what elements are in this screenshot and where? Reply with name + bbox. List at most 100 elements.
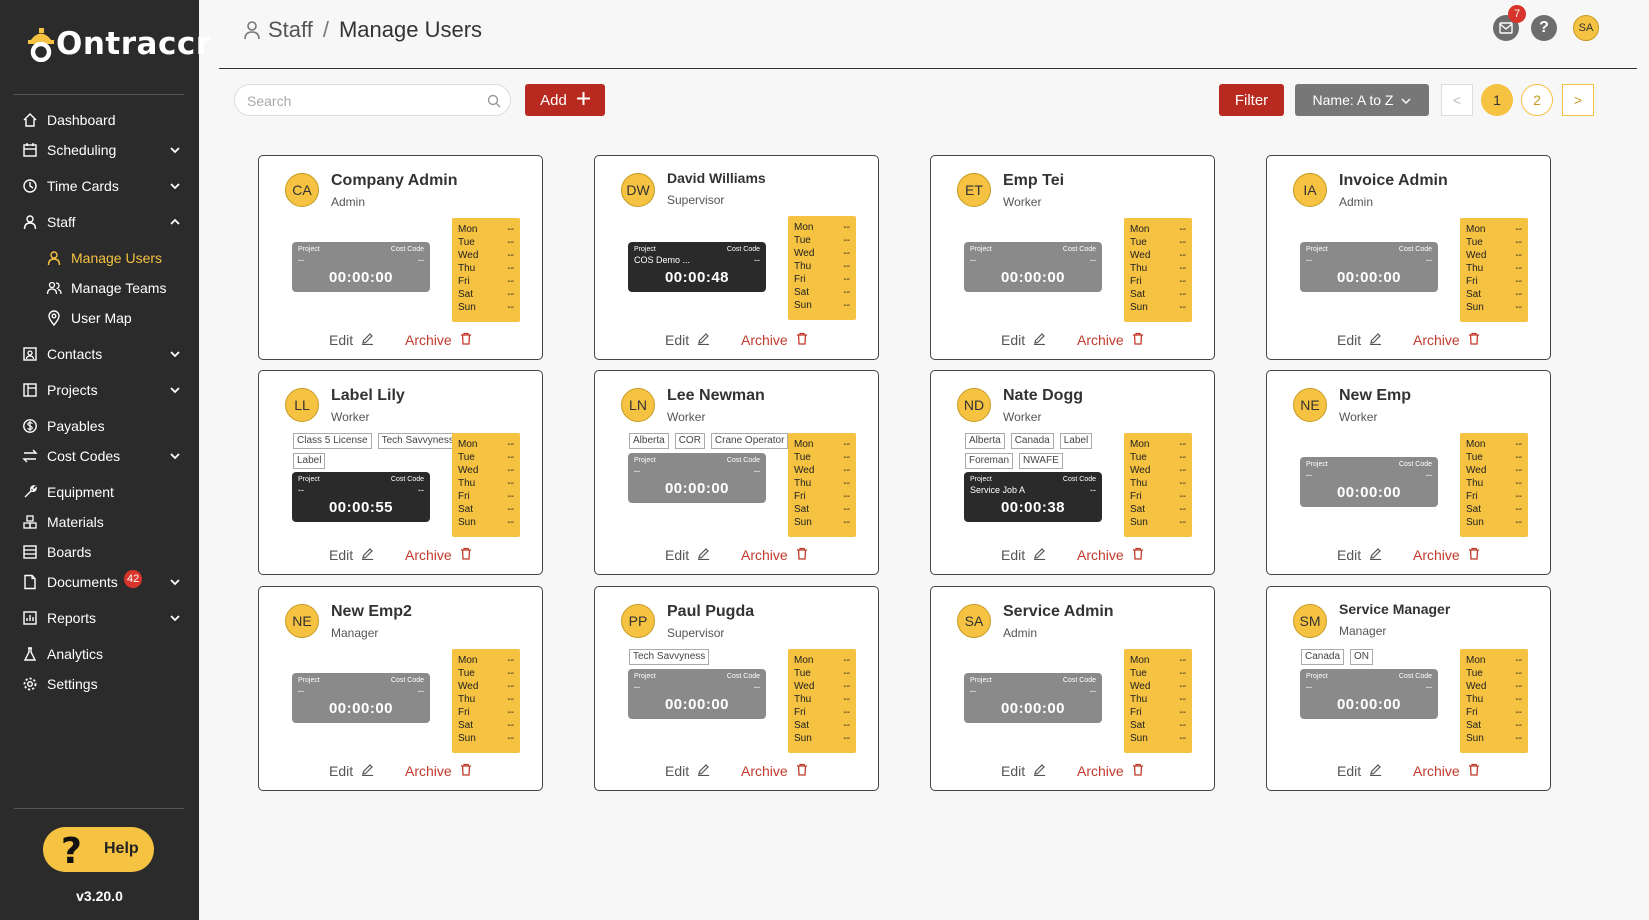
clock-timer[interactable]: Project Cost Code -- -- 00:00:00	[628, 453, 766, 503]
sidebar-item-reports[interactable]: Reports	[0, 604, 199, 632]
archive-button[interactable]: Archive	[405, 763, 472, 779]
user-avatar[interactable]: SA	[1573, 15, 1599, 41]
user-card[interactable]: LL Label Lily Worker Class 5 License Tech Sa…	[258, 370, 543, 575]
edit-button[interactable]: Edit	[1337, 332, 1382, 348]
edit-button[interactable]: Edit	[329, 763, 374, 779]
clock-timer[interactable]: Project Cost Code -- -- 00:00:00	[1300, 242, 1438, 292]
schedule-day: Tue	[458, 668, 475, 679]
search-icon[interactable]	[487, 94, 501, 108]
sidebar-item-manage-teams[interactable]: Manage Teams	[0, 274, 199, 302]
filter-button[interactable]: Filter	[1219, 84, 1284, 116]
schedule-value: --	[1515, 491, 1522, 502]
elapsed-time: 00:00:00	[328, 700, 394, 717]
user-card[interactable]: SM Service Manager Manager Canada ON Project C…	[1266, 586, 1551, 791]
edit-button[interactable]: Edit	[1001, 763, 1046, 779]
sidebar-item-projects[interactable]: Projects	[0, 376, 199, 404]
sidebar-item-dashboard[interactable]: Dashboard	[0, 106, 199, 134]
schedule-value: --	[1515, 478, 1522, 489]
sidebar-item-contacts[interactable]: Contacts	[0, 340, 199, 368]
pagination-prev-button[interactable]: <	[1441, 84, 1473, 116]
chevron-down-icon[interactable]	[168, 449, 182, 463]
trash-icon	[1132, 547, 1144, 563]
user-card[interactable]: LN Lee Newman Worker Alberta COR Crane Operat…	[594, 370, 879, 575]
user-card[interactable]: NE New Emp Worker Project Cost Code -- -- 00:00…	[1266, 370, 1551, 575]
pagination-page-2[interactable]: 2	[1521, 84, 1553, 116]
archive-button[interactable]: Archive	[741, 547, 808, 563]
sidebar-item-payables[interactable]: Payables	[0, 412, 199, 440]
clock-timer[interactable]: Project Cost Code -- -- 00:00:00	[964, 242, 1102, 292]
sidebar-item-boards[interactable]: Boards	[0, 538, 199, 566]
archive-button[interactable]: Archive	[1413, 332, 1480, 348]
app-logo[interactable]: Ontraccr	[26, 22, 212, 66]
archive-button[interactable]: Archive	[1077, 332, 1144, 348]
chevron-down-icon[interactable]	[168, 179, 182, 193]
sidebar-item-analytics[interactable]: Analytics	[0, 640, 199, 668]
edit-button[interactable]: Edit	[1001, 547, 1046, 563]
sidebar-item-scheduling[interactable]: Scheduling	[0, 136, 199, 164]
archive-button[interactable]: Archive	[405, 547, 472, 563]
edit-button[interactable]: Edit	[329, 547, 374, 563]
clock-timer[interactable]: Project Cost Code -- -- 00:00:00	[628, 669, 766, 719]
archive-button[interactable]: Archive	[1413, 763, 1480, 779]
archive-button[interactable]: Archive	[1413, 547, 1480, 563]
pagination-page-1[interactable]: 1	[1481, 84, 1513, 116]
schedule-day: Fri	[1130, 276, 1142, 287]
edit-button[interactable]: Edit	[1337, 763, 1382, 779]
edit-button[interactable]: Edit	[329, 332, 374, 348]
chevron-down-icon[interactable]	[168, 611, 182, 625]
clock-timer[interactable]: Project Cost Code -- -- 00:00:00	[292, 242, 430, 292]
chevron-down-icon[interactable]	[168, 347, 182, 361]
archive-button[interactable]: Archive	[741, 763, 808, 779]
breadcrumb-parent[interactable]: Staff	[268, 17, 313, 43]
user-card[interactable]: DW David Williams Supervisor Project Cost Co…	[594, 155, 879, 360]
schedule-day: Thu	[1466, 263, 1484, 274]
pagination-next-button[interactable]: >	[1562, 84, 1594, 116]
sidebar-item-staff[interactable]: Staff	[0, 208, 199, 236]
archive-button[interactable]: Archive	[1077, 547, 1144, 563]
chevron-down-icon[interactable]	[168, 575, 182, 589]
user-card[interactable]: SA Service Admin Admin Project Cost Code -- --…	[930, 586, 1215, 791]
edit-button[interactable]: Edit	[1001, 332, 1046, 348]
clock-timer[interactable]: Project Cost Code -- -- 00:00:00	[1300, 457, 1438, 507]
add-user-button[interactable]: Add	[525, 84, 605, 116]
chevron-up-icon[interactable]	[168, 215, 182, 229]
sidebar-item-materials[interactable]: Materials	[0, 508, 199, 536]
user-name: Company Admin	[331, 172, 458, 189]
sidebar-item-user-map[interactable]: User Map	[0, 304, 199, 332]
schedule-value: --	[843, 222, 850, 233]
clock-timer[interactable]: Project Cost Code -- -- 00:00:00	[292, 673, 430, 723]
help-button[interactable]: ? Help	[43, 827, 154, 872]
clock-timer[interactable]: Project Cost Code -- -- 00:00:55	[292, 472, 430, 522]
archive-button[interactable]: Archive	[1077, 763, 1144, 779]
chevron-down-icon[interactable]	[168, 383, 182, 397]
archive-button[interactable]: Archive	[741, 332, 808, 348]
sidebar-item-settings[interactable]: Settings	[0, 670, 199, 698]
sidebar-item-manage-users[interactable]: Manage Users	[0, 244, 199, 272]
user-card[interactable]: ND Nate Dogg Worker Alberta Canada Label Forem…	[930, 370, 1215, 575]
sort-select[interactable]: Name: A to Z	[1295, 84, 1429, 116]
schedule-row: Tue --	[794, 234, 850, 247]
archive-button[interactable]: Archive	[405, 332, 472, 348]
edit-button[interactable]: Edit	[665, 332, 710, 348]
projects-icon	[22, 382, 38, 398]
user-card[interactable]: ET Emp Tei Worker Project Cost Code -- -- 00:00…	[930, 155, 1215, 360]
user-card[interactable]: PP Paul Pugda Supervisor Tech Savvyness Proj…	[594, 586, 879, 791]
user-card[interactable]: NE New Emp2 Manager Project Cost Code -- -- 00:…	[258, 586, 543, 791]
chevron-down-icon[interactable]	[168, 143, 182, 157]
sidebar-item-equipment[interactable]: Equipment	[0, 478, 199, 506]
clock-timer[interactable]: Project Cost Code Service Job A -- 00:00:38	[964, 472, 1102, 522]
clock-timer[interactable]: Project Cost Code -- -- 00:00:00	[1300, 669, 1438, 719]
clock-timer[interactable]: Project Cost Code COS Demo ... -- 00:00:48	[628, 242, 766, 292]
user-card[interactable]: IA Invoice Admin Admin Project Cost Code -- --…	[1266, 155, 1551, 360]
search-input[interactable]	[247, 91, 467, 111]
edit-button[interactable]: Edit	[665, 763, 710, 779]
sidebar-item-time-cards[interactable]: Time Cards	[0, 172, 199, 200]
user-card[interactable]: CA Company Admin Admin Project Cost Code -- --…	[258, 155, 543, 360]
help-icon[interactable]: ?	[1531, 15, 1557, 41]
clock-timer[interactable]: Project Cost Code -- -- 00:00:00	[964, 673, 1102, 723]
edit-button[interactable]: Edit	[665, 547, 710, 563]
search-box[interactable]	[234, 84, 511, 116]
sidebar-item-cost-codes[interactable]: Cost Codes	[0, 442, 199, 470]
sidebar-item-documents[interactable]: Documents 42	[0, 568, 199, 596]
edit-button[interactable]: Edit	[1337, 547, 1382, 563]
